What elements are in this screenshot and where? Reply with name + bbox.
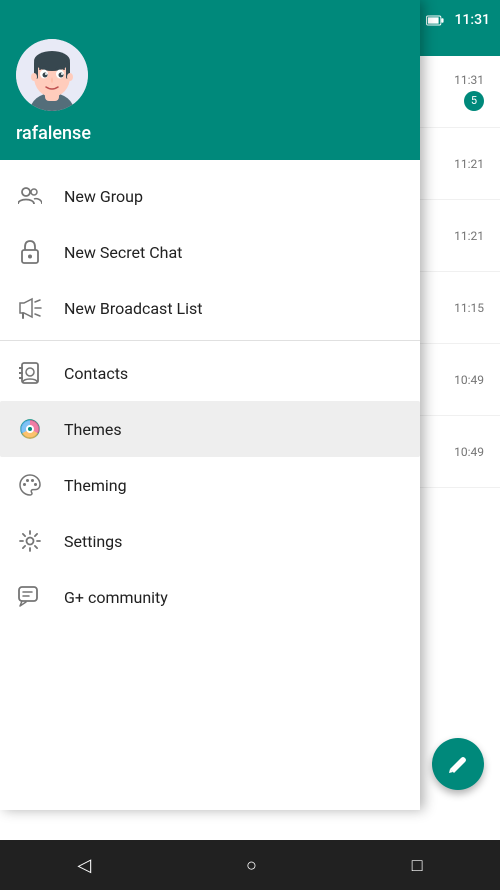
theming-label: Theming (64, 476, 127, 495)
sidebar-item-new-secret-chat[interactable]: New Secret Chat (0, 224, 420, 280)
sidebar-item-themes[interactable]: Themes (0, 401, 420, 457)
battery-icon (426, 11, 444, 29)
sidebar-item-new-group[interactable]: New Group (0, 168, 420, 224)
chat-time: 11:15 (454, 301, 484, 315)
gplus-icon (16, 583, 44, 611)
sidebar-header: rafalense (0, 0, 420, 160)
pencil-icon (447, 753, 469, 775)
new-secret-chat-label: New Secret Chat (64, 243, 182, 262)
chat-meta: 10:49 (454, 445, 484, 459)
sidebar: rafalense New Group (0, 0, 420, 810)
sidebar-item-new-broadcast[interactable]: New Broadcast List (0, 280, 420, 336)
lock-icon (16, 238, 44, 266)
new-broadcast-label: New Broadcast List (64, 299, 203, 318)
chat-meta: 11:15 (454, 301, 484, 315)
sidebar-item-gplus[interactable]: G+ community (0, 569, 420, 625)
group-icon (16, 182, 44, 210)
settings-icon (16, 527, 44, 555)
themes-label: Themes (64, 420, 122, 439)
sidebar-menu: New Group New Secret Chat (0, 160, 420, 810)
sidebar-username: rafalense (16, 123, 404, 144)
chat-time: 11:21 (454, 229, 484, 243)
chat-time: 10:49 (454, 373, 484, 387)
settings-label: Settings (64, 532, 122, 551)
chat-meta: 11:31 5 (454, 73, 484, 111)
home-button[interactable]: ○ (246, 855, 257, 876)
sidebar-item-theming[interactable]: Theming (0, 457, 420, 513)
unread-badge: 5 (464, 91, 484, 111)
themes-icon (16, 415, 44, 443)
chat-time: 11:31 (454, 73, 484, 87)
menu-divider (0, 340, 420, 341)
chat-time: 10:49 (454, 445, 484, 459)
chat-time: 11:21 (454, 157, 484, 171)
sidebar-item-settings[interactable]: Settings (0, 513, 420, 569)
chat-meta: 11:21 (454, 229, 484, 243)
recent-apps-button[interactable]: □ (412, 855, 423, 876)
compose-fab[interactable] (432, 738, 484, 790)
back-button[interactable]: ◁ (77, 855, 91, 876)
status-time: 11:31 (454, 12, 490, 28)
megaphone-icon (16, 294, 44, 322)
contacts-icon (16, 359, 44, 387)
user-avatar[interactable] (16, 39, 88, 111)
gplus-label: G+ community (64, 588, 168, 607)
chat-meta: 11:21 (454, 157, 484, 171)
sidebar-item-contacts[interactable]: Contacts (0, 345, 420, 401)
contacts-label: Contacts (64, 364, 128, 383)
new-group-label: New Group (64, 187, 143, 206)
theming-icon (16, 471, 44, 499)
chat-meta: 10:49 (454, 373, 484, 387)
bottom-nav: ◁ ○ □ (0, 840, 500, 890)
